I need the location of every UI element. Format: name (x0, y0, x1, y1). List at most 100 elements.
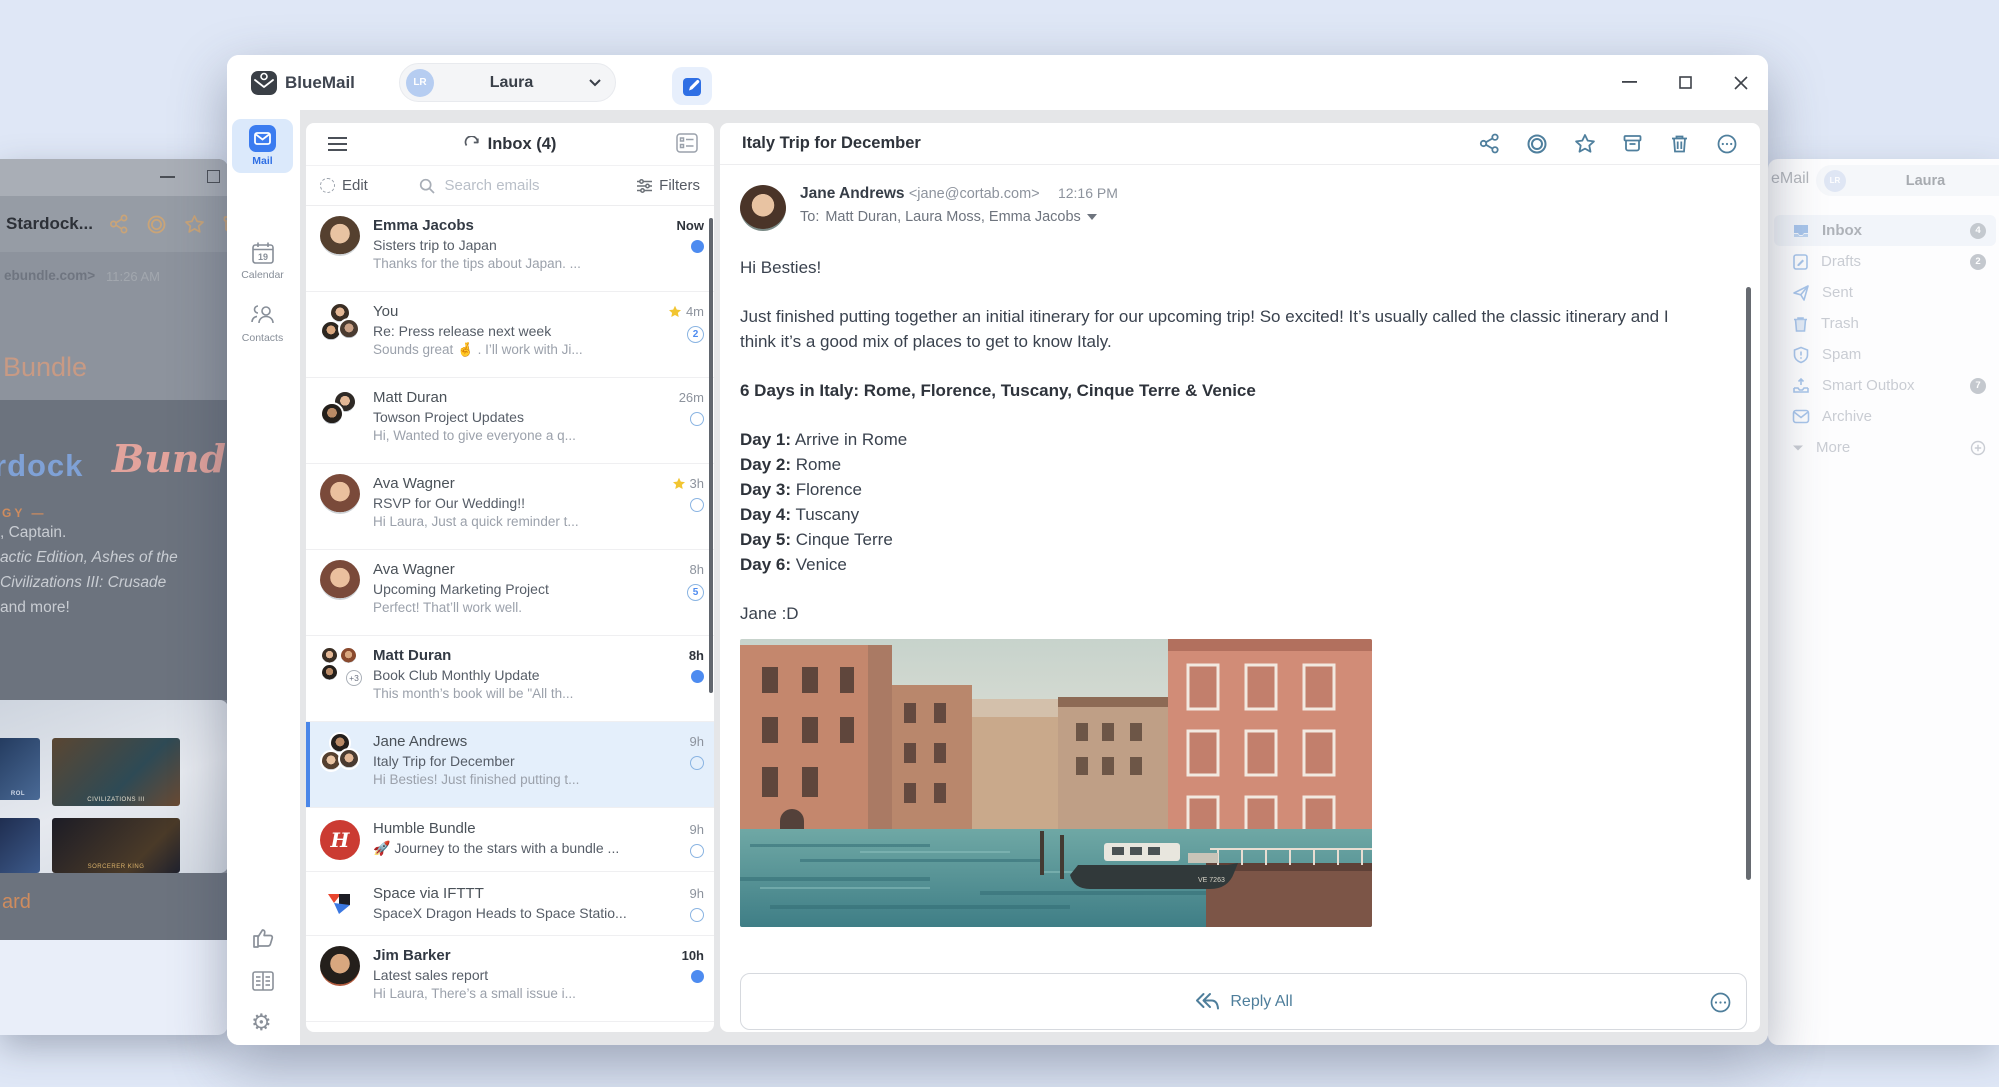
reply-all-icon (1194, 992, 1220, 1011)
settings-gear-icon[interactable]: ⚙ (251, 1010, 272, 1034)
sender-name: Jane Andrews (800, 185, 905, 202)
more-options-icon[interactable] (1716, 133, 1738, 155)
trash-icon[interactable] (1669, 133, 1690, 155)
folder-inbox[interactable]: Inbox 4 (1774, 215, 1996, 246)
read-circle (690, 844, 704, 858)
mark-circle-icon[interactable] (146, 214, 167, 235)
filters-icon (637, 179, 652, 193)
refresh-icon[interactable] (464, 136, 480, 152)
search-input[interactable] (443, 176, 587, 195)
unread-dot (691, 670, 704, 683)
reading-scrollbar[interactable] (1746, 287, 1751, 880)
titlebar: BlueMail LR Laura (227, 55, 1768, 110)
plus-circle-icon[interactable] (1970, 440, 1986, 456)
notes-icon[interactable] (251, 970, 275, 992)
hamburger-menu-icon[interactable] (328, 137, 347, 151)
desktop: Stardock... ebundle.com> 11:26 AM Bundle… (0, 0, 1999, 1087)
mail-icon (249, 125, 276, 152)
avatar: LR (406, 69, 434, 97)
trash-icon (1792, 315, 1809, 333)
left-email-time: 11:26 AM (106, 269, 160, 284)
nav-calendar[interactable]: 19 Calendar (232, 240, 293, 281)
inbox-icon (1792, 222, 1810, 240)
background-window-left[interactable]: Stardock... ebundle.com> 11:26 AM Bundle… (0, 159, 228, 1035)
email-list-panel: Inbox (4) Edit Filters (306, 123, 714, 1032)
nav-rail: Mail 19 Calendar Contacts ⚙ (227, 110, 300, 1045)
maximize-button[interactable] (1674, 72, 1696, 94)
calendar-icon: 19 (250, 240, 276, 266)
thumbs-up-icon[interactable] (250, 925, 276, 951)
folder-smart-outbox[interactable]: Smart Outbox 7 (1774, 370, 1996, 401)
maximize-icon[interactable] (207, 170, 220, 183)
star-icon[interactable] (672, 477, 686, 491)
search-icon (419, 178, 435, 194)
list-title: Inbox (4) (306, 135, 714, 154)
read-circle (690, 412, 704, 426)
list-item[interactable]: Emma Jacobs Sisters trip to Japan Thanks… (306, 206, 714, 292)
humble-bundle-logo: H (320, 820, 360, 860)
extra-recipients-badge: +3 (346, 670, 362, 686)
chevron-down-icon (1792, 444, 1804, 452)
star-icon[interactable] (184, 214, 205, 235)
stardock-logo-tagline: GY — (2, 506, 46, 520)
folder-spam[interactable]: Spam (1774, 339, 1996, 370)
minimize-icon[interactable] (160, 176, 175, 178)
left-email-subject-fragment: Bundle (3, 352, 87, 383)
share-icon[interactable] (109, 214, 129, 235)
left-email-link-fragment[interactable]: ard (2, 891, 31, 914)
list-scrollbar[interactable] (709, 218, 713, 693)
sent-icon (1792, 284, 1810, 302)
bluemail-logo (251, 69, 277, 95)
game-cover: CIVILIZATIONS III (52, 738, 180, 806)
nav-contacts[interactable]: Contacts (232, 303, 293, 344)
mark-circle-icon[interactable] (1526, 133, 1548, 155)
game-cover: SORCERER KING (52, 818, 180, 873)
list-item[interactable]: Matt Duran Towson Project Updates Hi, Wa… (306, 378, 714, 464)
reply-all-button[interactable]: Reply All (740, 973, 1747, 1030)
list-item[interactable]: Ava Wagner RSVP for Our Wedding!! Hi Lau… (306, 464, 714, 550)
list-item[interactable]: +3 Matt Duran Book Club Monthly Update T… (306, 636, 714, 722)
folder-more[interactable]: More (1774, 432, 1996, 463)
minimize-button[interactable] (1618, 72, 1640, 94)
list-item[interactable]: Jim Barker Latest sales report Hi Laura,… (306, 936, 714, 1022)
left-window-titlebar (0, 159, 228, 196)
account-name: Laura (434, 74, 589, 92)
archive-icon (1792, 409, 1810, 424)
share-icon[interactable] (1479, 133, 1500, 155)
greeting: Hi Besties! (740, 255, 1705, 280)
sent-time: 12:16 PM (1058, 185, 1118, 201)
account-switcher[interactable]: LR Laura (1816, 165, 1999, 196)
archive-icon[interactable] (1622, 133, 1643, 155)
list-item-selected[interactable]: Jane Andrews Italy Trip for December Hi … (306, 722, 714, 808)
close-button[interactable] (1730, 72, 1752, 94)
reply-more-options-icon[interactable] (1709, 991, 1732, 1014)
left-email-body-line: actic Edition, Ashes of the (0, 545, 220, 570)
view-toggle-icon[interactable] (676, 133, 698, 153)
nav-mail[interactable]: Mail (232, 119, 293, 173)
star-icon[interactable] (1574, 133, 1596, 155)
list-item[interactable]: H Humble Bundle 🚀 Journey to the stars w… (306, 808, 714, 872)
game-cover: ROL (0, 738, 40, 800)
folder-drafts[interactable]: Drafts 2 (1774, 246, 1996, 277)
folder-trash[interactable]: Trash (1774, 308, 1996, 339)
list-item[interactable]: Ava Wagner Upcoming Marketing Project Pe… (306, 550, 714, 636)
folder-sent[interactable]: Sent (1774, 277, 1996, 308)
contacts-icon (249, 303, 277, 329)
filters-button[interactable]: Filters (637, 177, 700, 194)
unread-dot (691, 970, 704, 983)
account-switcher[interactable]: LR Laura (399, 63, 616, 102)
spam-icon (1792, 346, 1810, 364)
stardock-logo-word2: Bundle (112, 436, 228, 481)
recipients-row[interactable]: To: Matt Duran, Laura Moss, Emma Jacobs (800, 209, 1118, 225)
compose-button[interactable] (672, 67, 712, 105)
background-window-right[interactable]: eMail LR Laura Inbox 4 Drafts 2 (1768, 159, 1999, 1045)
list-item[interactable]: Space via IFTTT SpaceX Dragon Heads to S… (306, 872, 714, 936)
thread-count: 5 (687, 584, 704, 601)
star-icon[interactable] (668, 305, 682, 319)
read-circle (690, 756, 704, 770)
folder-badge: 7 (1970, 378, 1986, 394)
list-item[interactable]: You Re: Press release next week Sounds g… (306, 292, 714, 378)
folder-archive[interactable]: Archive (1774, 401, 1996, 432)
edit-button[interactable]: Edit (320, 177, 368, 194)
smart-outbox-icon (1792, 377, 1810, 395)
